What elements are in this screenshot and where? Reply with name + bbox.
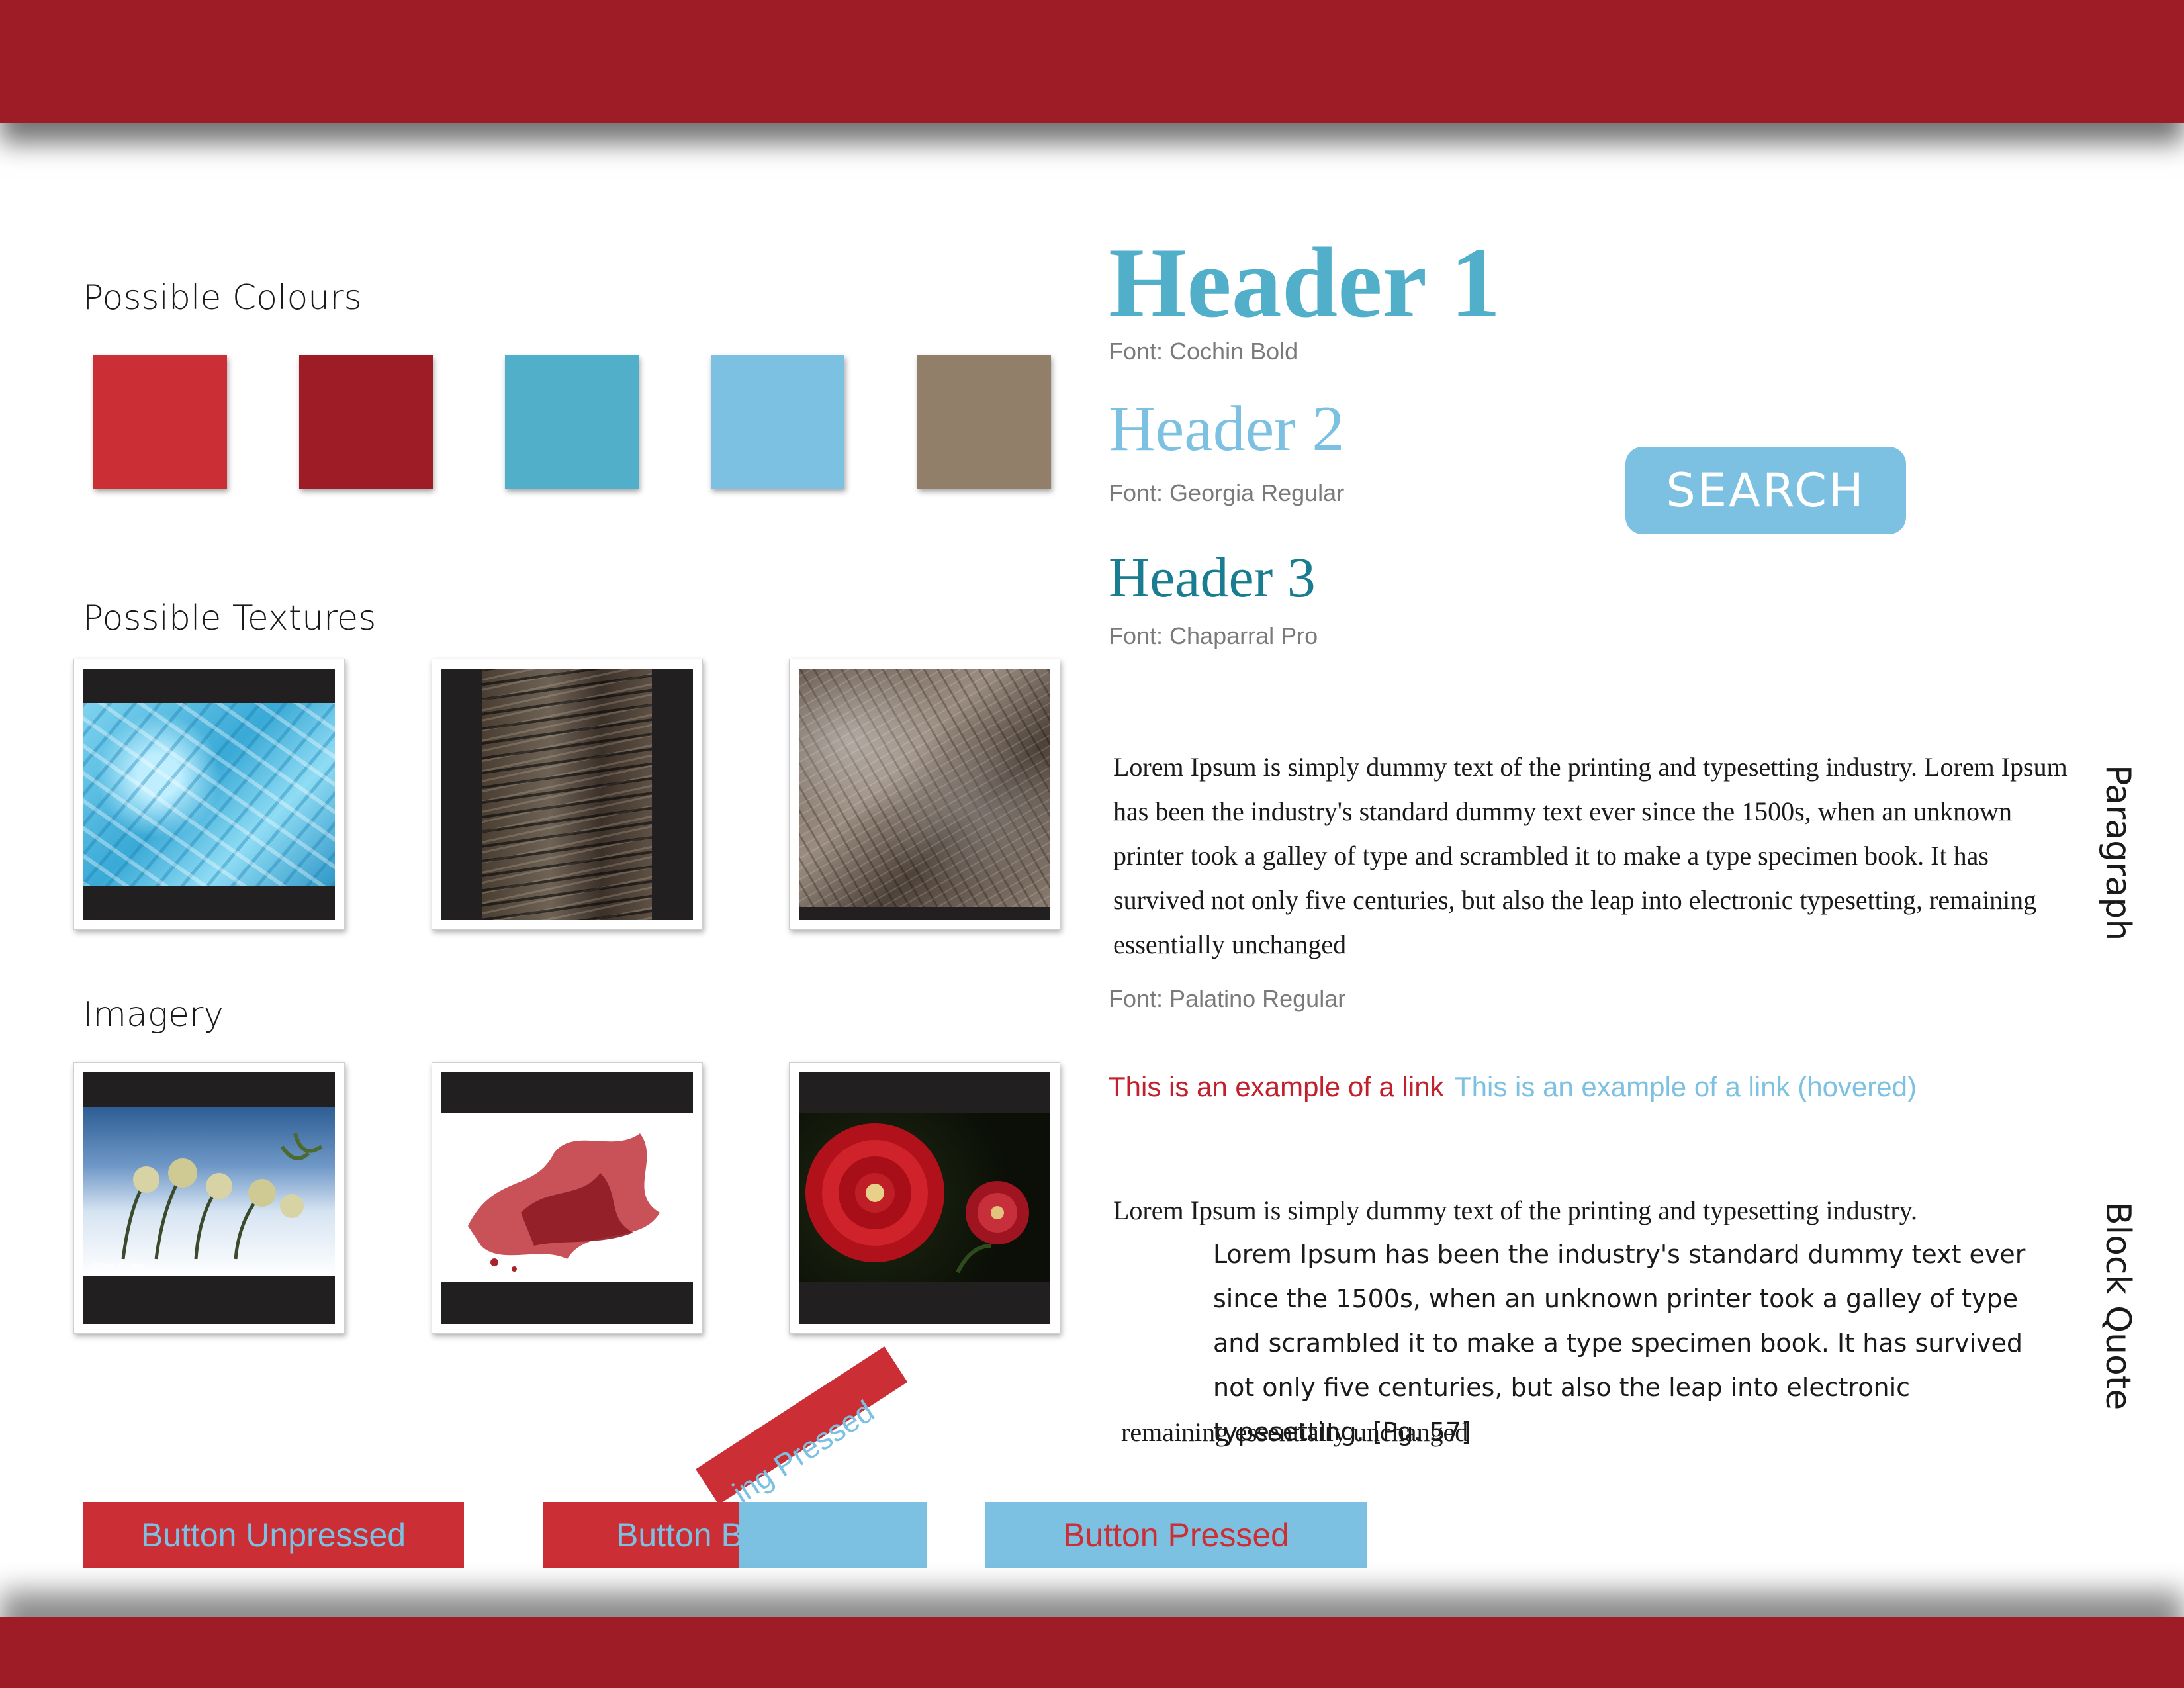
flower-stems-icon [121, 1133, 323, 1260]
button-being-pressed-label-a: Button Be [616, 1517, 762, 1554]
button-being-pressed[interactable]: Button Be ing Pressed [543, 1346, 927, 1568]
textures-title: Possible Textures [83, 598, 377, 638]
colour-swatch-teal [505, 355, 639, 489]
imagery-title: Imagery [83, 995, 224, 1035]
paragraph-sample: Lorem Ipsum is simply dummy text of the … [1113, 752, 2068, 959]
paragraph-label: Paragraph [2098, 765, 2138, 941]
search-button[interactable]: SEARCH [1625, 447, 1906, 534]
button-pressed[interactable]: Button Pressed [985, 1502, 1367, 1568]
texture-ice [73, 659, 345, 930]
header-3-sample: Header 3 [1109, 545, 1316, 609]
block-quote-lead: Lorem Ipsum is simply dummy text of the … [1113, 1196, 1918, 1225]
bottom-banner [0, 1617, 2184, 1688]
link-normal[interactable]: This is an example of a link [1109, 1071, 1444, 1103]
paragraph-font-note: Font: Palatino Regular [1109, 985, 1346, 1012]
image-red-dahlia [789, 1062, 1060, 1334]
link-hovered[interactable]: This is an example of a link (hovered) [1455, 1071, 1917, 1103]
image-red-seaweed [432, 1062, 703, 1334]
image-snow-flowers: ©Bert Gildart [73, 1062, 345, 1334]
texture-bark [432, 659, 703, 930]
colour-swatch-red [93, 355, 227, 489]
header-1-font-note: Font: Cochin Bold [1109, 338, 1298, 365]
colour-swatch-light-blue [711, 355, 844, 489]
dahlia-icon [805, 1123, 1029, 1274]
header-3-font-note: Font: Chaparral Pro [1109, 622, 1318, 649]
colour-swatch-dark-red [299, 355, 433, 489]
colour-swatch-taupe [917, 355, 1051, 489]
block-quote-label: Block Quote [2098, 1201, 2138, 1411]
photo-credit: ©Bert Gildart [91, 1260, 146, 1271]
colours-title: Possible Colours [83, 278, 362, 318]
texture-foil [789, 659, 1060, 930]
top-banner [0, 0, 2184, 123]
header-1-sample: Header 1 [1109, 227, 1501, 338]
block-quote-tail: remaining essentially unchanged [1121, 1417, 1469, 1447]
seaweed-icon [468, 1133, 660, 1272]
button-unpressed[interactable]: Button Unpressed [83, 1502, 464, 1568]
header-2-sample: Header 2 [1109, 393, 1345, 465]
header-2-font-note: Font: Georgia Regular [1109, 479, 1345, 506]
